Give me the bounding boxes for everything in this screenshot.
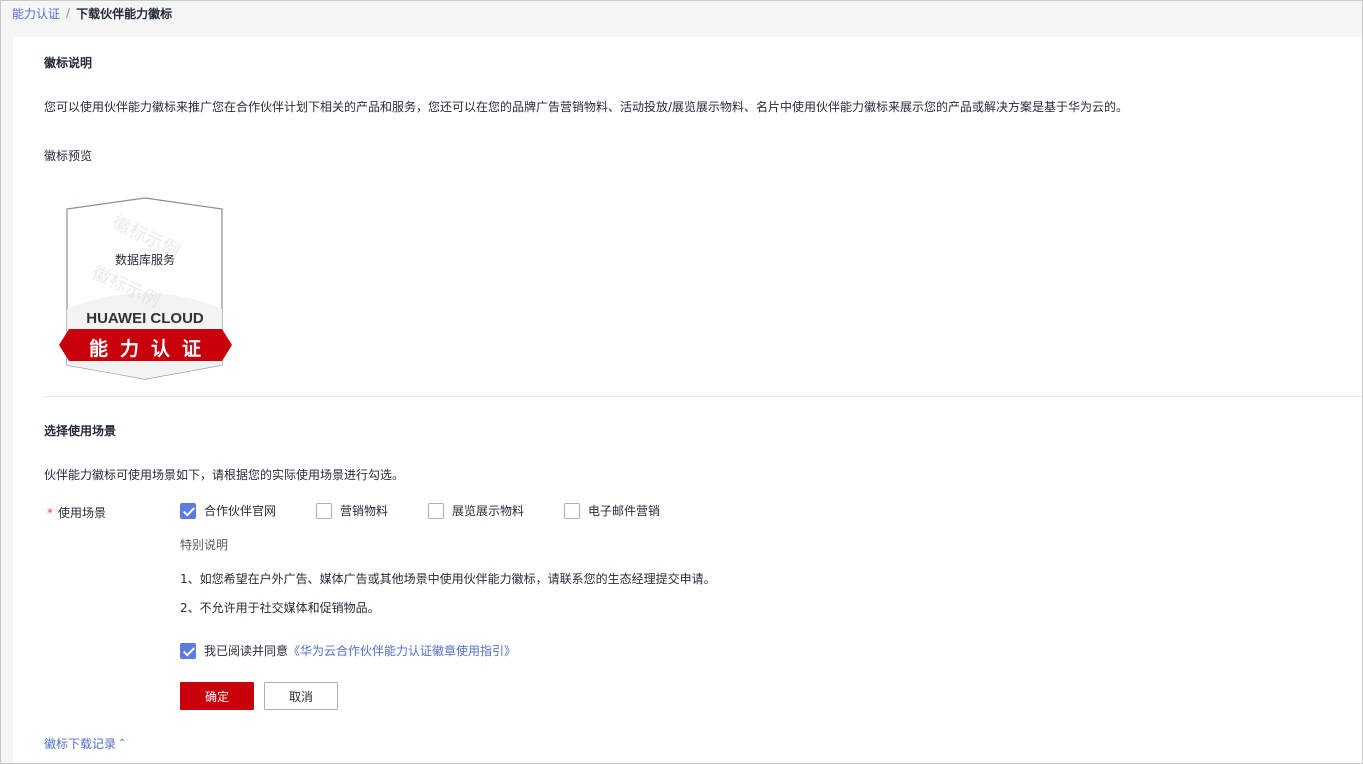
breadcrumb: 能力认证 / 下载伙伴能力徽标 bbox=[12, 5, 172, 21]
badge-description-title: 徽标说明 bbox=[44, 56, 93, 70]
agreement-prefix: 我已阅读并同意 bbox=[204, 644, 289, 658]
option-partner-website[interactable]: 合作伙伴官网 bbox=[180, 502, 276, 519]
badge-ribbon-text: 能力认证 bbox=[88, 338, 213, 360]
option-email-marketing[interactable]: 电子邮件营销 bbox=[564, 502, 660, 519]
option-label: 合作伙伴官网 bbox=[204, 504, 277, 518]
main-card: 徽标说明 您可以使用伙伴能力徽标来推广您在合作伙伴计划下相关的产品和服务，您还可… bbox=[13, 37, 1362, 764]
breadcrumb-current: 下载伙伴能力徽标 bbox=[76, 6, 173, 21]
badge-brand: HUAWEI CLOUD bbox=[86, 310, 204, 327]
confirm-button[interactable]: 确定 bbox=[180, 682, 254, 710]
download-record-toggle[interactable]: 徽标下载记录 ⌃ bbox=[44, 735, 126, 752]
section-divider bbox=[44, 396, 1362, 397]
chevron-up-icon: ⌃ bbox=[118, 738, 127, 749]
checkbox-icon[interactable] bbox=[564, 502, 580, 519]
badge-service-name: 数据库服务 bbox=[114, 253, 175, 267]
badge-description-text: 您可以使用伙伴能力徽标来推广您在合作伙伴计划下相关的产品和服务，您还可以在您的品… bbox=[44, 100, 1129, 114]
option-label: 营销物料 bbox=[340, 504, 389, 518]
agreement-guide-link[interactable]: 《华为云合作伙伴能力认证徽章使用指引》 bbox=[288, 642, 516, 659]
cancel-button[interactable]: 取消 bbox=[264, 682, 338, 710]
scenario-label-text: 使用场景 bbox=[58, 506, 107, 520]
download-record-label: 徽标下载记录 bbox=[44, 737, 117, 751]
checkbox-icon[interactable] bbox=[428, 502, 444, 519]
special-note-2: 2、不允许用于社交媒体和促销物品。 bbox=[180, 601, 380, 615]
checkbox-icon[interactable] bbox=[316, 502, 332, 519]
checkbox-checked-icon[interactable] bbox=[180, 502, 196, 519]
required-mark: * bbox=[47, 506, 53, 520]
breadcrumb-separator: / bbox=[66, 6, 71, 20]
scenario-title: 选择使用场景 bbox=[44, 424, 117, 438]
option-marketing-materials[interactable]: 营销物料 bbox=[316, 502, 388, 519]
special-note-1: 1、如您希望在户外广告、媒体广告或其他场景中使用伙伴能力徽标，请联系您的生态经理… bbox=[180, 572, 716, 586]
breadcrumb-link-capability-certification[interactable]: 能力认证 bbox=[12, 5, 60, 22]
option-exhibition-materials[interactable]: 展览展示物料 bbox=[428, 502, 524, 519]
checkbox-checked-icon[interactable] bbox=[180, 642, 196, 659]
special-notes-title: 特别说明 bbox=[180, 538, 229, 552]
option-label: 电子邮件营销 bbox=[588, 504, 661, 518]
scenario-field-label: * 使用场景 bbox=[47, 504, 106, 521]
badge-preview-label: 徽标预览 bbox=[44, 149, 93, 163]
option-label: 展览展示物料 bbox=[452, 504, 525, 518]
badge-preview: 徽标示例 徽标示例 数据库服务 HUAWEI CLOUD 能力认证 bbox=[56, 197, 234, 382]
agreement-row[interactable]: 我已阅读并同意 《华为云合作伙伴能力认证徽章使用指引》 bbox=[180, 642, 516, 659]
scenario-description: 伙伴能力徽标可使用场景如下，请根据您的实际使用场景进行勾选。 bbox=[44, 468, 405, 482]
